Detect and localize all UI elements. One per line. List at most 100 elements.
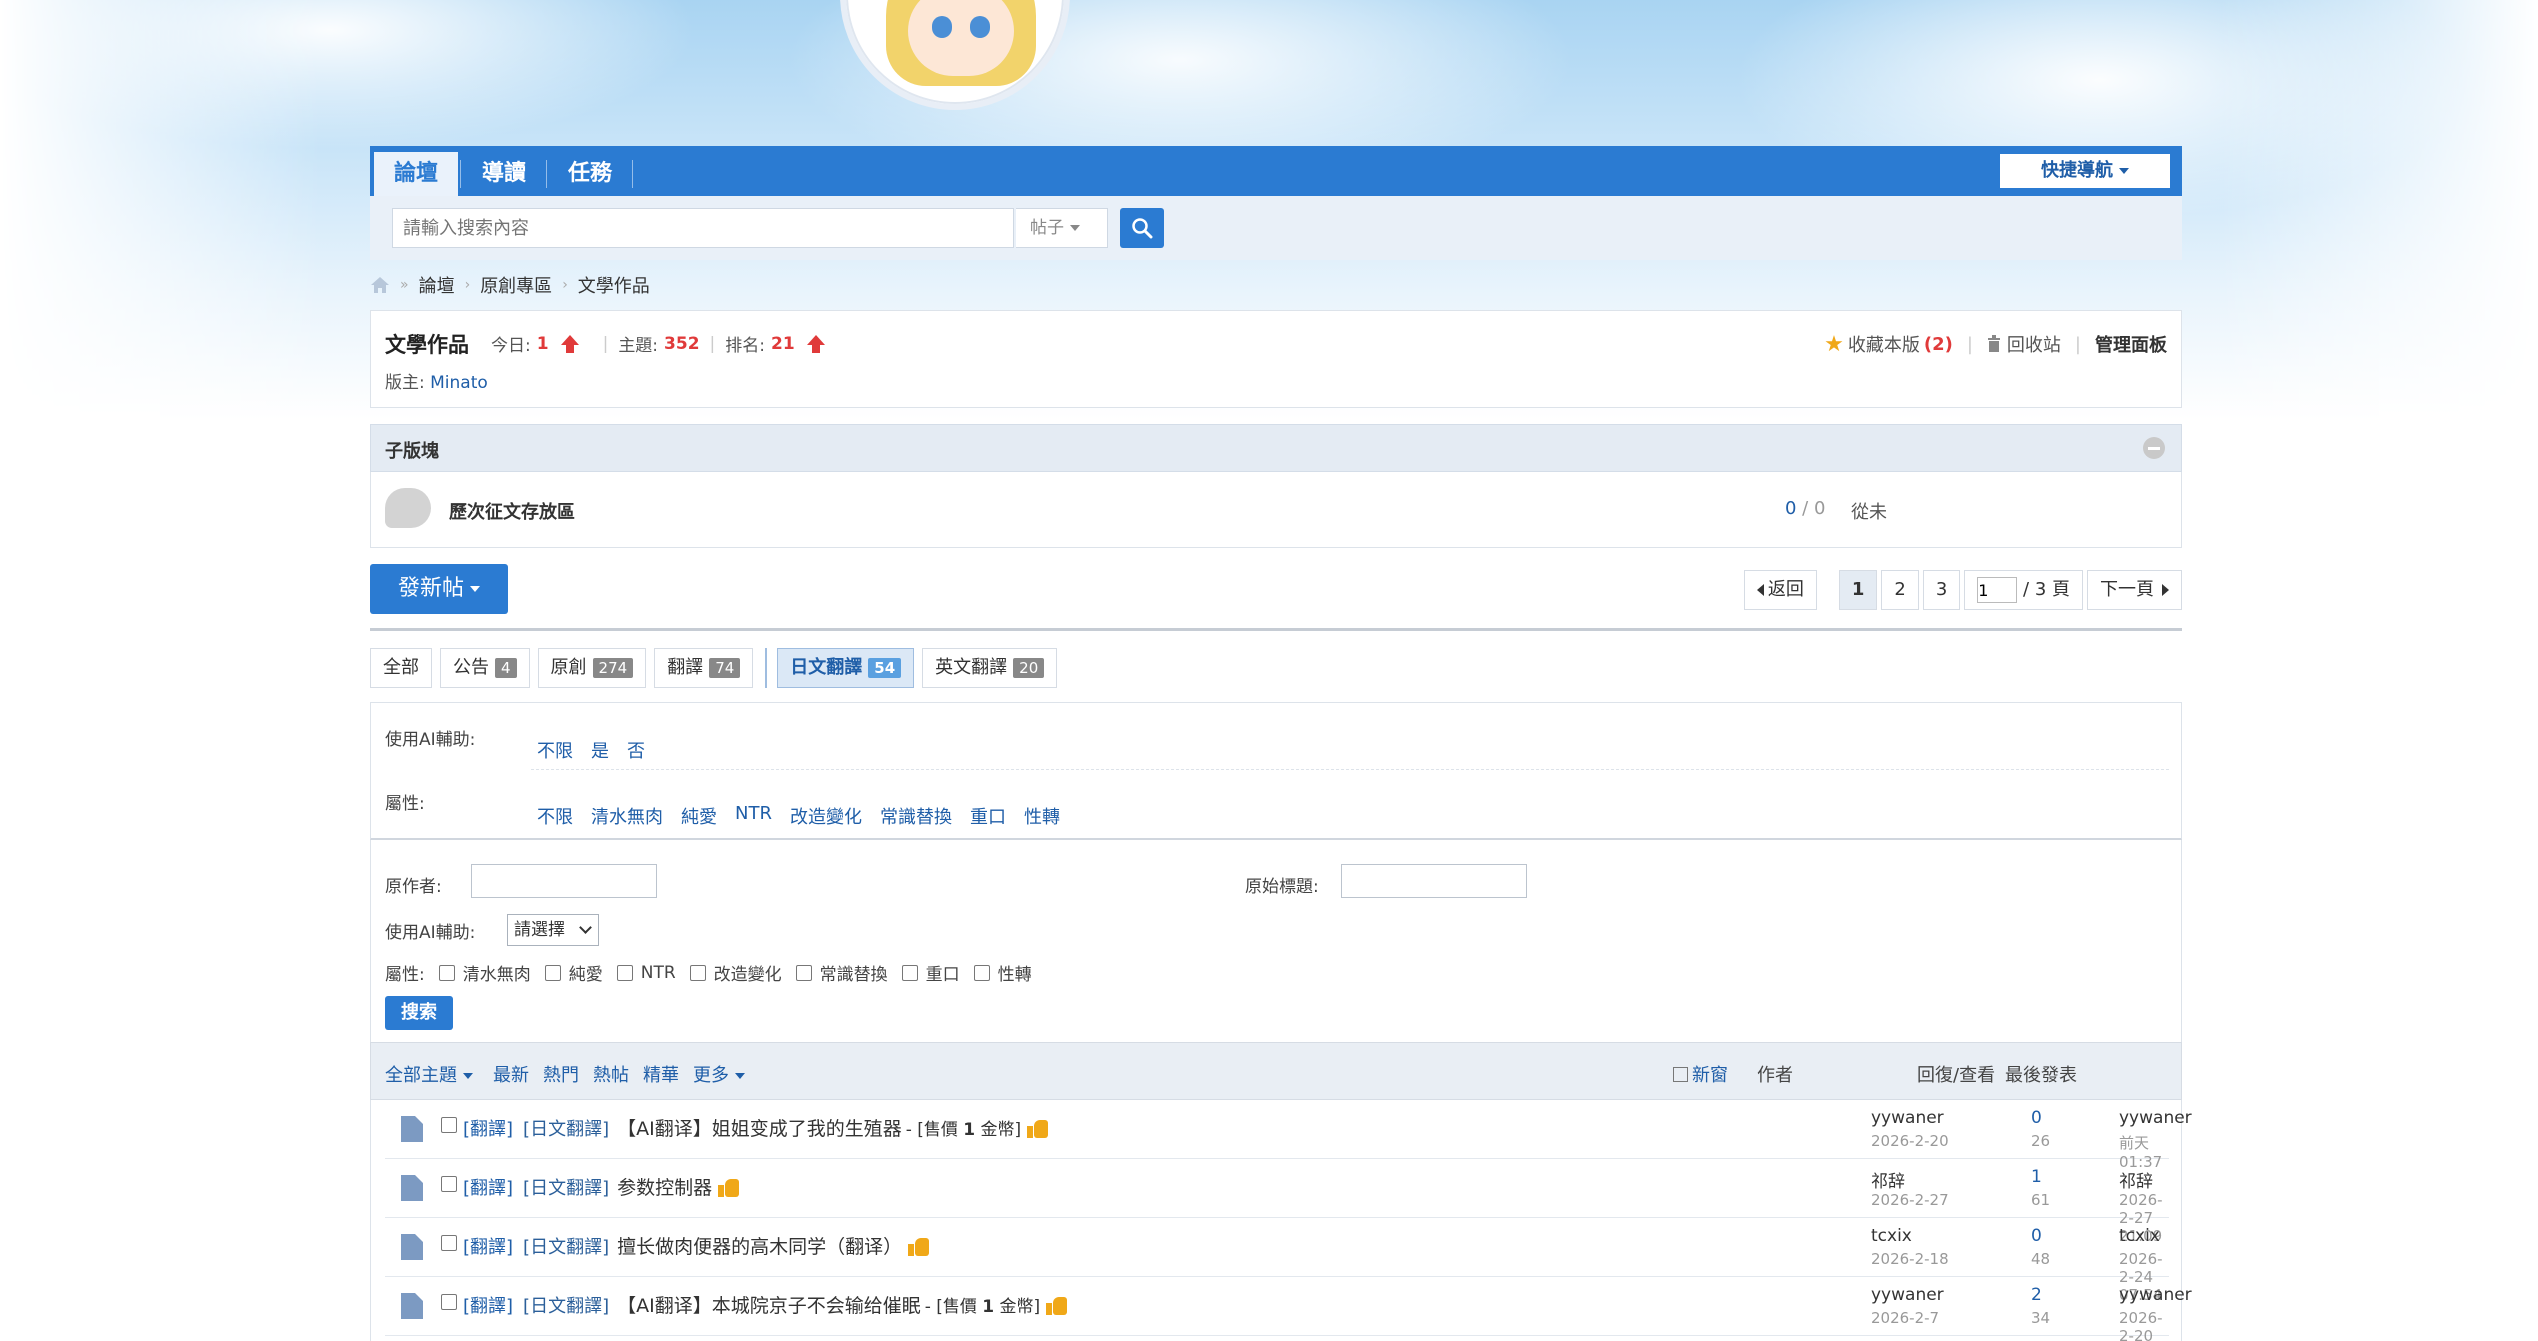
thread-category[interactable]: [翻譯]	[463, 1233, 513, 1259]
checkbox-ntr[interactable]	[616, 964, 633, 981]
last-post-author[interactable]: tcxix	[2119, 1226, 2160, 1246]
thread-price: - [售價 1 金幣]	[925, 1292, 1040, 1317]
thread-type[interactable]: [日文翻譯]	[523, 1115, 609, 1141]
page-3[interactable]: 3	[1922, 570, 1961, 610]
thread-title[interactable]: 【AI翻译】本城院京子不会输给催眠	[617, 1291, 921, 1318]
nav-tab-forum[interactable]: 論壇	[374, 152, 459, 196]
type-tab-original[interactable]: 原創 274	[537, 648, 647, 688]
sort-hot-posts[interactable]: 熱帖	[593, 1061, 629, 1087]
thread-title[interactable]: 擅长做肉便器的高木同学（翻译）	[617, 1232, 902, 1259]
sort-hot[interactable]: 熱門	[543, 1061, 579, 1087]
type-tab-japanese-translation[interactable]: 日文翻譯 54	[777, 648, 915, 688]
checkbox-label: 重口	[925, 965, 960, 985]
thread-title[interactable]: 参数控制器	[617, 1173, 712, 1200]
row-checkbox[interactable]	[441, 1176, 457, 1192]
filter-ai-any[interactable]: 不限	[537, 737, 573, 763]
page-1[interactable]: 1	[1838, 570, 1878, 610]
row-checkbox[interactable]	[441, 1294, 457, 1310]
back-button[interactable]: 返回	[1743, 570, 1817, 610]
thread-author[interactable]: yywaner	[1871, 1108, 1944, 1128]
search-input[interactable]	[392, 208, 1014, 248]
new-post-label: 發新帖	[397, 576, 464, 601]
thread-author[interactable]: yywaner	[1871, 1285, 1944, 1305]
search-type-select[interactable]: 帖子	[1016, 208, 1108, 248]
filter-attr-heavy[interactable]: 重口	[970, 803, 1006, 829]
subforum-name[interactable]: 歷次征文存放區	[449, 498, 575, 524]
original-author-input[interactable]	[471, 864, 657, 898]
type-tab-all[interactable]: 全部	[370, 648, 432, 688]
filter-attr-gender-swap[interactable]: 性轉	[1024, 803, 1060, 829]
filter-all-threads[interactable]: 全部主題	[385, 1061, 473, 1087]
trash-icon	[1987, 335, 2000, 352]
thread-author[interactable]: tcxix	[1871, 1226, 1912, 1246]
home-icon[interactable]	[370, 276, 390, 294]
rank-label: 排名:	[725, 336, 766, 356]
filter-attr-transform[interactable]: 改造變化	[790, 803, 862, 829]
chevron-down-icon	[579, 921, 592, 934]
filter-attr-ntr[interactable]: NTR	[735, 803, 772, 829]
filter-ai-no[interactable]: 否	[627, 737, 645, 763]
next-page-button[interactable]: 下一頁	[2087, 570, 2182, 610]
more-sort-options[interactable]: 更多	[693, 1061, 745, 1087]
sort-latest[interactable]: 最新	[493, 1061, 529, 1087]
recycle-bin-link[interactable]: 回收站	[2007, 331, 2061, 357]
new-window-toggle[interactable]: 新窗	[1673, 1061, 1728, 1087]
nav-tab-guide[interactable]: 導讀	[462, 152, 546, 196]
checkbox-gender-swap[interactable]	[973, 964, 990, 981]
checkbox-pure-love[interactable]	[544, 964, 561, 981]
page-2[interactable]: 2	[1881, 570, 1919, 610]
advanced-search-button[interactable]: 搜索	[385, 996, 453, 1030]
moderator-link[interactable]: Minato	[430, 373, 488, 393]
checkbox-label: 改造變化	[713, 965, 782, 985]
search-button[interactable]	[1120, 208, 1164, 248]
breadcrumb-literature[interactable]: 文學作品	[578, 272, 650, 298]
type-tab-announcement[interactable]: 公告 4	[440, 648, 530, 688]
thread-replies[interactable]: 0	[2031, 1226, 2042, 1246]
row-checkbox[interactable]	[441, 1235, 457, 1251]
type-label: 公告	[453, 657, 489, 678]
filter-ai-yes[interactable]: 是	[591, 737, 609, 763]
page-jump-input[interactable]	[1977, 577, 2018, 603]
thread-replies[interactable]: 0	[2031, 1108, 2042, 1128]
type-tab-english-translation[interactable]: 英文翻譯 20	[922, 648, 1058, 688]
thread-category[interactable]: [翻譯]	[463, 1174, 513, 1200]
row-checkbox[interactable]	[441, 1117, 457, 1133]
filter-attr-common-sense[interactable]: 常識替換	[880, 803, 952, 829]
thread-list-header: 全部主題 最新 熱門 熱帖 精華 更多 新窗 作者 回復/查看 最後發表	[370, 1042, 2182, 1100]
type-tab-translation[interactable]: 翻譯 74	[654, 648, 754, 688]
thread-views: 34	[2031, 1309, 2051, 1327]
filter-attr-clean[interactable]: 清水無肉	[591, 803, 663, 829]
favorite-link[interactable]: 收藏本版	[1848, 331, 1920, 357]
checkbox-clean[interactable]	[438, 964, 455, 981]
checkbox-heavy[interactable]	[901, 964, 918, 981]
ai-assist-select[interactable]: 請選擇	[507, 914, 599, 946]
thread-type[interactable]: [日文翻譯]	[523, 1174, 609, 1200]
thread-title[interactable]: 【AI翻译】姐姐变成了我的生殖器	[617, 1114, 902, 1141]
thread-date: 2026-2-7	[1871, 1309, 1940, 1327]
admin-panel-link[interactable]: 管理面板	[2095, 331, 2167, 357]
thread-category[interactable]: [翻譯]	[463, 1292, 513, 1318]
breadcrumb-original[interactable]: 原創專區	[480, 272, 552, 298]
nav-tab-tasks[interactable]: 任務	[548, 152, 632, 196]
last-post-author[interactable]: yywaner	[2119, 1285, 2192, 1305]
last-post-author[interactable]: yywaner	[2119, 1108, 2192, 1128]
breadcrumb-forum[interactable]: 論壇	[419, 272, 455, 298]
checkbox-common-sense[interactable]	[795, 964, 812, 981]
thread-category[interactable]: [翻譯]	[463, 1115, 513, 1141]
thread-type[interactable]: [日文翻譯]	[523, 1233, 609, 1259]
filter-attr-pure-love[interactable]: 純愛	[681, 803, 717, 829]
checkbox-transform[interactable]	[689, 964, 706, 981]
sort-digest[interactable]: 精華	[643, 1061, 679, 1087]
filter-attr-any[interactable]: 不限	[537, 803, 573, 829]
collapse-icon[interactable]	[2143, 437, 2165, 459]
thread-replies[interactable]: 2	[2031, 1285, 2042, 1305]
original-title-input[interactable]	[1341, 864, 1527, 898]
last-post-date[interactable]: 2026-2-20 15:58	[2119, 1309, 2169, 1341]
new-post-button[interactable]: 發新帖	[370, 564, 508, 614]
last-post-author[interactable]: 祁辞	[2119, 1167, 2153, 1192]
quick-nav-button[interactable]: 快捷導航	[2000, 154, 2170, 188]
thread-author[interactable]: 祁辞	[1871, 1167, 1905, 1192]
thread-replies[interactable]: 1	[2031, 1167, 2042, 1187]
thread-type[interactable]: [日文翻譯]	[523, 1292, 609, 1318]
forum-title: 文學作品	[385, 333, 469, 357]
